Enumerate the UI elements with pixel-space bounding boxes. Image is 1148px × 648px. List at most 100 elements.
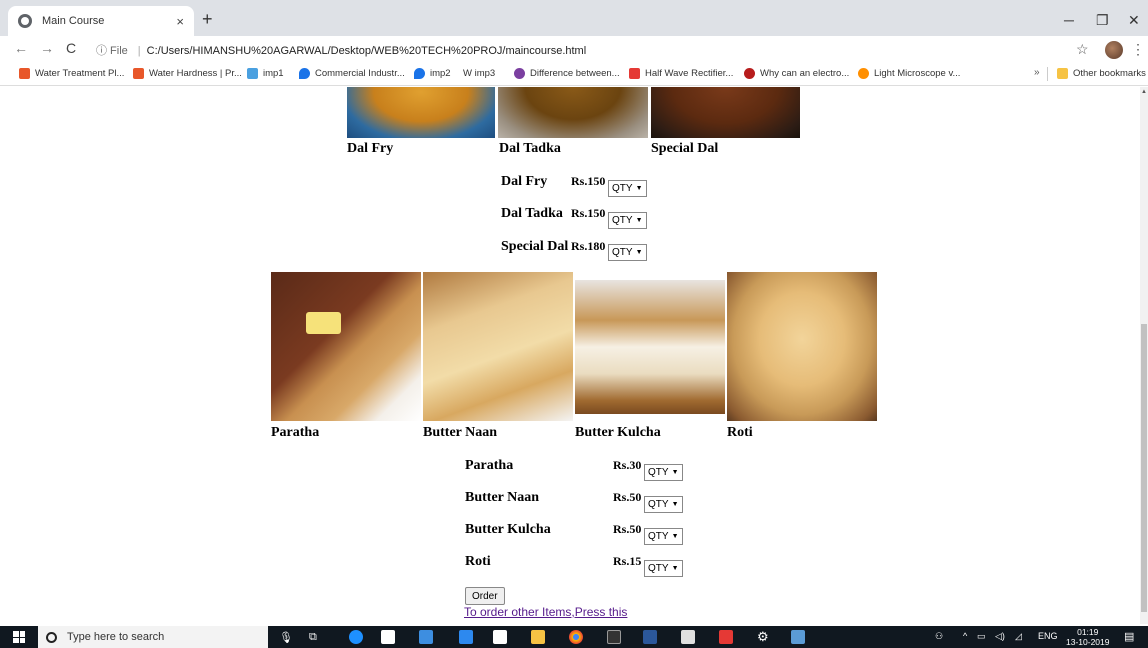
reload-icon[interactable]: C (66, 40, 76, 56)
star-icon[interactable]: ☆ (1076, 41, 1089, 58)
bookmark-item[interactable]: Why can an electro... (744, 68, 849, 79)
taskbar: Type here to search 🎙 ⧉ ⚙ ⚇ ^ ▭ ◁) ◿ ENG… (0, 626, 1148, 648)
edge-icon[interactable] (349, 630, 363, 644)
close-tab-icon[interactable]: × (176, 14, 184, 29)
qty-select[interactable]: QTY ▼ (644, 560, 683, 577)
settings-gear-icon[interactable]: ⚙ (757, 629, 769, 645)
cortana-icon (46, 631, 57, 643)
mail-icon[interactable] (493, 630, 507, 644)
microphone-icon[interactable]: 🎙 (279, 631, 293, 644)
scroll-up-icon[interactable]: ▲ (1141, 89, 1147, 95)
bookmark-icon (744, 68, 755, 79)
qty-select[interactable]: QTY ▼ (608, 212, 647, 229)
tab-title: Main Course (42, 15, 105, 27)
language-indicator[interactable]: ENG (1038, 631, 1058, 641)
dropdown-caret-icon: ▼ (635, 217, 643, 224)
file-explorer-icon[interactable] (531, 630, 545, 644)
clock[interactable]: 01:19 13-10-2019 (1066, 627, 1109, 647)
bookmark-item[interactable]: Difference between... (514, 68, 620, 79)
dish-label: Dal Fry (347, 141, 394, 156)
windows-start-icon[interactable] (13, 631, 25, 643)
folder-icon (1057, 68, 1068, 79)
app-icon[interactable] (459, 630, 473, 644)
qty-select[interactable]: QTY ▼ (644, 528, 683, 545)
acrobat-icon[interactable] (719, 630, 733, 644)
item-price: Rs.180 (571, 239, 606, 253)
bookmarks-divider (1047, 67, 1048, 81)
page-viewport: Dal Fry Dal Tadka Special Dal Dal Fry Rs… (0, 87, 1140, 624)
menu-icon[interactable]: ⋮ (1131, 41, 1145, 58)
forward-icon[interactable]: → (40, 40, 54, 56)
dropdown-caret-icon: ▼ (671, 501, 679, 508)
other-bookmarks[interactable]: Other bookmarks (1057, 68, 1146, 79)
dropdown-caret-icon: ▼ (671, 533, 679, 540)
dropdown-caret-icon: ▼ (671, 565, 679, 572)
bookmark-item[interactable]: Half Wave Rectifier... (629, 68, 733, 79)
item-name: Dal Tadka (501, 206, 563, 221)
dish-label: Paratha (271, 425, 320, 440)
paratha-image (271, 272, 421, 421)
terminal-icon[interactable] (607, 630, 621, 644)
site-info-label[interactable]: ⓘ File (96, 45, 128, 57)
qty-select[interactable]: QTY ▼ (608, 244, 647, 261)
clock-time: 01:19 (1077, 627, 1099, 637)
taskbar-search[interactable]: Type here to search (38, 626, 268, 648)
qty-select[interactable]: QTY ▼ (644, 496, 683, 513)
bookmark-icon (19, 68, 30, 79)
search-placeholder: Type here to search (67, 631, 165, 643)
bookmark-item[interactable]: imp2 (414, 68, 451, 79)
item-name: Butter Naan (465, 490, 540, 505)
scrollbar-thumb[interactable] (1141, 324, 1147, 612)
dish-label: Roti (727, 425, 753, 440)
item-price: Rs.50 (613, 522, 642, 536)
minimize-icon[interactable]: ─ (1064, 12, 1074, 28)
dal-tadka-image (498, 87, 648, 138)
new-tab-button[interactable]: + (202, 10, 213, 28)
paint-icon[interactable] (791, 630, 805, 644)
special-dal-image (651, 87, 800, 138)
dropbox-icon[interactable] (419, 630, 433, 644)
browser-tab[interactable]: Main Course × (8, 6, 194, 36)
chrome-icon[interactable] (569, 630, 583, 644)
bookmark-item[interactable]: Light Microscope v... (858, 68, 960, 79)
back-icon[interactable]: ← (14, 40, 28, 56)
bookmark-item[interactable]: Water Treatment Pl... (19, 68, 124, 79)
other-items-link[interactable]: To order other Items,Press this (464, 605, 627, 619)
tray-chevron-icon[interactable]: ^ (963, 631, 967, 641)
bookmark-item[interactable]: W imp3 (463, 68, 495, 79)
dish-label: Butter Kulcha (575, 425, 661, 440)
butter-kulcha-image (575, 280, 725, 414)
butter-naan-image (423, 272, 573, 421)
item-name: Dal Fry (501, 174, 548, 189)
word-icon[interactable] (643, 630, 657, 644)
bookmark-item[interactable]: Commercial Industr... (299, 68, 405, 79)
url-field[interactable]: ⓘ File | C:/Users/HIMANSHU%20AGARWAL/Deskt… (96, 42, 586, 58)
restore-icon[interactable]: ❐ (1096, 12, 1109, 29)
bookmark-icon (629, 68, 640, 79)
item-price: Rs.150 (571, 206, 606, 220)
dish-label: Dal Tadka (499, 141, 561, 156)
store-icon[interactable] (381, 630, 395, 644)
bookmarks-overflow-icon[interactable]: » (1034, 67, 1040, 78)
qty-select[interactable]: QTY ▼ (644, 464, 683, 481)
people-icon[interactable]: ⚇ (935, 631, 943, 642)
photos-icon[interactable] (681, 630, 695, 644)
volume-icon[interactable]: ◁) (995, 631, 1005, 642)
item-name: Roti (465, 554, 491, 569)
network-icon[interactable]: ◿ (1015, 631, 1022, 642)
order-button[interactable]: Order (465, 587, 505, 605)
address-bar: ← → C ⓘ File | C:/Users/HIMANSHU%20AGARWAL… (0, 36, 1148, 62)
battery-icon[interactable]: ▭ (977, 631, 986, 642)
notifications-icon[interactable]: ▤ (1124, 630, 1134, 643)
item-price: Rs.50 (613, 490, 642, 504)
profile-avatar[interactable] (1105, 41, 1123, 59)
close-window-icon[interactable]: ✕ (1128, 12, 1140, 29)
bookmark-item[interactable]: imp1 (247, 68, 284, 79)
item-name: Paratha (465, 458, 514, 473)
qty-select[interactable]: QTY ▼ (608, 180, 647, 197)
bookmark-item[interactable]: Water Hardness | Pr... (133, 68, 242, 79)
task-view-icon[interactable]: ⧉ (309, 631, 317, 644)
item-name: Special Dal (501, 239, 569, 254)
dish-label: Butter Naan (423, 425, 498, 440)
dropdown-caret-icon: ▼ (635, 249, 643, 256)
